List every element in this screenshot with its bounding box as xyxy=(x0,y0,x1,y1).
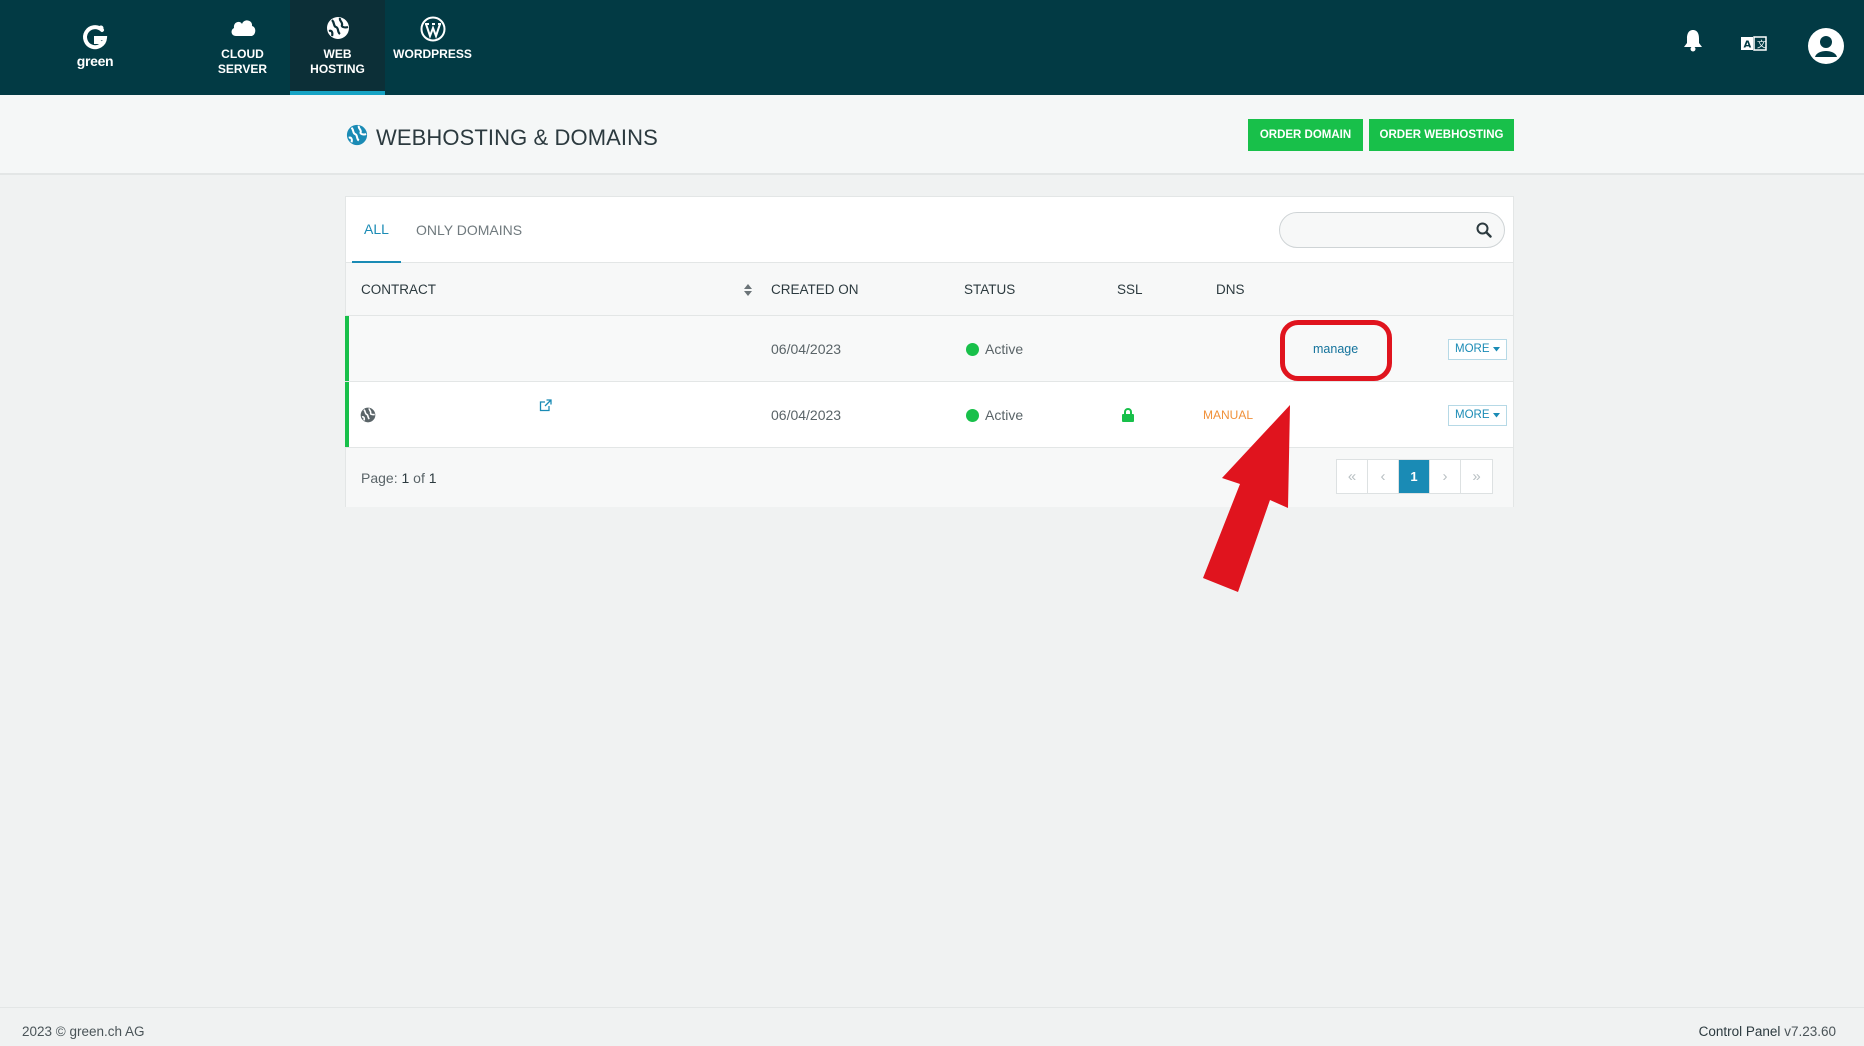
svg-text:文: 文 xyxy=(1757,39,1766,51)
tab-all[interactable]: ALL xyxy=(352,197,401,263)
more-dropdown[interactable]: MORE xyxy=(1448,316,1507,382)
globe-title-icon xyxy=(346,124,368,151)
sort-icon[interactable] xyxy=(743,263,753,316)
page-title-text: WEBHOSTING & DOMAINS xyxy=(376,124,658,150)
nav-wordpress-line1: WORDPRESS xyxy=(393,47,472,61)
next-page-icon[interactable]: › xyxy=(1430,460,1461,493)
caret-down-icon xyxy=(1492,346,1500,351)
page-header-band xyxy=(0,95,1864,175)
col-ssl[interactable]: SSL xyxy=(1117,263,1143,316)
table-header: CONTRACT CREATED ON STATUS SSL DNS xyxy=(346,263,1513,316)
external-link-icon[interactable] xyxy=(539,382,552,448)
domain-globe-icon xyxy=(360,382,376,448)
status-active-dot xyxy=(966,342,979,356)
caret-down-icon xyxy=(1492,412,1500,417)
nav-cloud-server-line2: SERVER xyxy=(217,62,268,76)
more-button[interactable]: MORE xyxy=(1448,404,1507,426)
page-label: Page: xyxy=(361,469,398,486)
nav-web-hosting[interactable]: WEB HOSTING xyxy=(290,0,385,95)
globe-icon xyxy=(290,16,385,42)
copyright-text: 2023 © green.ch AG xyxy=(22,1024,145,1039)
status-cell: Active xyxy=(966,382,1023,448)
more-button-label: MORE xyxy=(1455,343,1490,355)
nav-web-hosting-line1: WEB xyxy=(323,47,352,61)
nav-cloud-server[interactable]: CLOUD SERVER xyxy=(195,0,290,95)
table-row: 06/04/2023 Active MANUAL MORE xyxy=(345,382,1513,448)
green-logo-icon xyxy=(83,25,108,50)
col-status[interactable]: STATUS xyxy=(964,263,1015,316)
last-page-icon[interactable]: » xyxy=(1461,460,1492,493)
col-created-on[interactable]: CREATED ON xyxy=(771,263,859,316)
nav-wordpress[interactable]: WORDPRESS xyxy=(385,0,480,95)
manage-link[interactable]: manage xyxy=(1313,316,1358,382)
pagination: « ‹ 1 › » xyxy=(1336,459,1493,494)
table-footer: Page: 1 of 1 « ‹ 1 › » xyxy=(346,448,1513,507)
user-avatar-icon[interactable] xyxy=(1808,28,1844,69)
col-contract[interactable]: CONTRACT xyxy=(361,263,436,316)
prev-page-icon[interactable]: ‹ xyxy=(1368,460,1399,493)
page-button-current[interactable]: 1 xyxy=(1399,460,1430,493)
version-info: Control Panel v7.23.60 xyxy=(1699,1024,1836,1039)
created-on-cell: 06/04/2023 xyxy=(771,407,842,423)
order-domain-button[interactable]: ORDER DOMAIN xyxy=(1248,119,1363,151)
status-text: Active xyxy=(985,407,1024,423)
status-cell: Active xyxy=(966,316,1023,382)
first-page-icon[interactable]: « xyxy=(1337,460,1368,493)
dns-cell: MANUAL xyxy=(1203,382,1253,448)
nav-cloud-server-line1: CLOUD xyxy=(221,47,264,61)
logo-text: green xyxy=(76,53,114,69)
tab-only-domains[interactable]: ONLY DOMAINS xyxy=(416,197,522,263)
hosting-table-panel: ALL ONLY DOMAINS CONTRACT CREATED ON STA… xyxy=(345,196,1514,507)
green-logo[interactable]: green xyxy=(70,22,120,74)
page-title: WEBHOSTING & DOMAINS xyxy=(346,124,658,151)
search-input[interactable] xyxy=(1279,212,1505,248)
row-status-bar xyxy=(345,382,349,447)
nav-web-hosting-line2: HOSTING xyxy=(310,62,365,76)
ssl-lock-icon xyxy=(1122,382,1134,448)
status-active-dot xyxy=(966,408,979,422)
more-button[interactable]: MORE xyxy=(1448,338,1507,360)
page-info: Page: 1 of 1 xyxy=(361,448,437,507)
status-text: Active xyxy=(985,341,1024,357)
cloud-icon xyxy=(195,16,290,42)
filter-tabs: ALL ONLY DOMAINS xyxy=(346,197,1513,263)
app-name: Control Panel xyxy=(1698,1024,1781,1039)
bell-icon[interactable] xyxy=(1682,28,1704,57)
app-version: v7.23.60 xyxy=(1784,1024,1836,1039)
page-total: 1 xyxy=(428,469,437,486)
col-dns[interactable]: DNS xyxy=(1216,263,1245,316)
search-icon[interactable] xyxy=(1476,222,1492,243)
manage-link-label[interactable]: manage xyxy=(1313,342,1358,356)
page-footer: 2023 © green.ch AG Control Panel v7.23.6… xyxy=(0,1007,1864,1046)
wordpress-icon xyxy=(385,16,480,42)
dns-manual-label: MANUAL xyxy=(1203,408,1254,422)
table-row: 06/04/2023 Active manage MORE xyxy=(345,316,1513,382)
row-status-bar xyxy=(345,316,349,381)
page-of-label: of xyxy=(413,469,425,486)
created-on-cell: 06/04/2023 xyxy=(771,341,842,357)
top-navbar: green CLOUD SERVER WEB HOSTING WORDPRESS… xyxy=(0,0,1864,95)
svg-text:A: A xyxy=(1744,40,1752,51)
page-current: 1 xyxy=(401,469,410,486)
more-button-label: MORE xyxy=(1455,409,1490,421)
language-icon[interactable]: A文 xyxy=(1741,36,1767,57)
order-webhosting-button[interactable]: ORDER WEBHOSTING xyxy=(1369,119,1514,151)
more-dropdown[interactable]: MORE xyxy=(1448,382,1507,448)
